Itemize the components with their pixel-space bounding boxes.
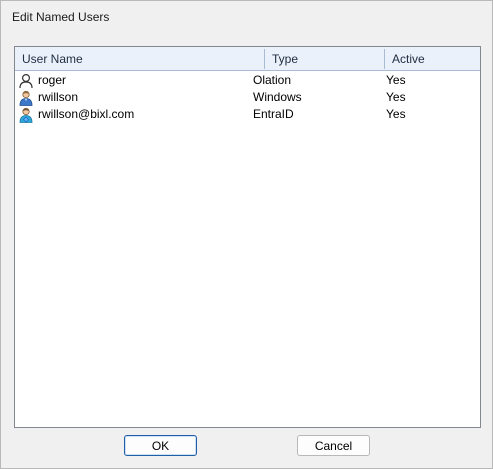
- user-active-cell: Yes: [386, 73, 406, 87]
- user-type-cell: EntraID: [253, 107, 294, 121]
- user-name-text: rwillson: [38, 90, 79, 104]
- user-name-cell: rwillson: [15, 89, 252, 106]
- list-rows: roger Olation Yes rwillson Windows Yes r…: [15, 72, 480, 123]
- edit-named-users-dialog: Edit Named Users User Name Type Active r…: [0, 0, 493, 469]
- table-row[interactable]: roger Olation Yes: [15, 72, 480, 89]
- list-header: User Name Type Active: [15, 47, 480, 71]
- ok-button[interactable]: OK: [124, 435, 197, 456]
- column-header-active[interactable]: Active: [385, 47, 480, 71]
- user-name-cell: rwillson@bixl.com: [15, 106, 252, 123]
- table-row[interactable]: rwillson@bixl.com EntraID Yes: [15, 106, 480, 123]
- table-row[interactable]: rwillson Windows Yes: [15, 89, 480, 106]
- user-name-text: roger: [38, 73, 67, 87]
- cancel-button[interactable]: Cancel: [297, 435, 370, 456]
- user-active-cell: Yes: [386, 90, 406, 104]
- column-header-type[interactable]: Type: [265, 47, 385, 71]
- windows-user-icon: [19, 90, 33, 106]
- column-header-user-name[interactable]: User Name: [15, 47, 265, 71]
- user-active-cell: Yes: [386, 107, 406, 121]
- user-outline-icon: [19, 73, 33, 88]
- user-name-text: rwillson@bixl.com: [38, 107, 135, 121]
- user-type-cell: Windows: [253, 90, 302, 104]
- dialog-title: Edit Named Users: [12, 10, 110, 24]
- entra-user-icon: [19, 107, 33, 123]
- users-list[interactable]: User Name Type Active roger Olation Yes: [14, 46, 481, 428]
- user-name-cell: roger: [15, 72, 252, 89]
- user-type-cell: Olation: [253, 73, 292, 87]
